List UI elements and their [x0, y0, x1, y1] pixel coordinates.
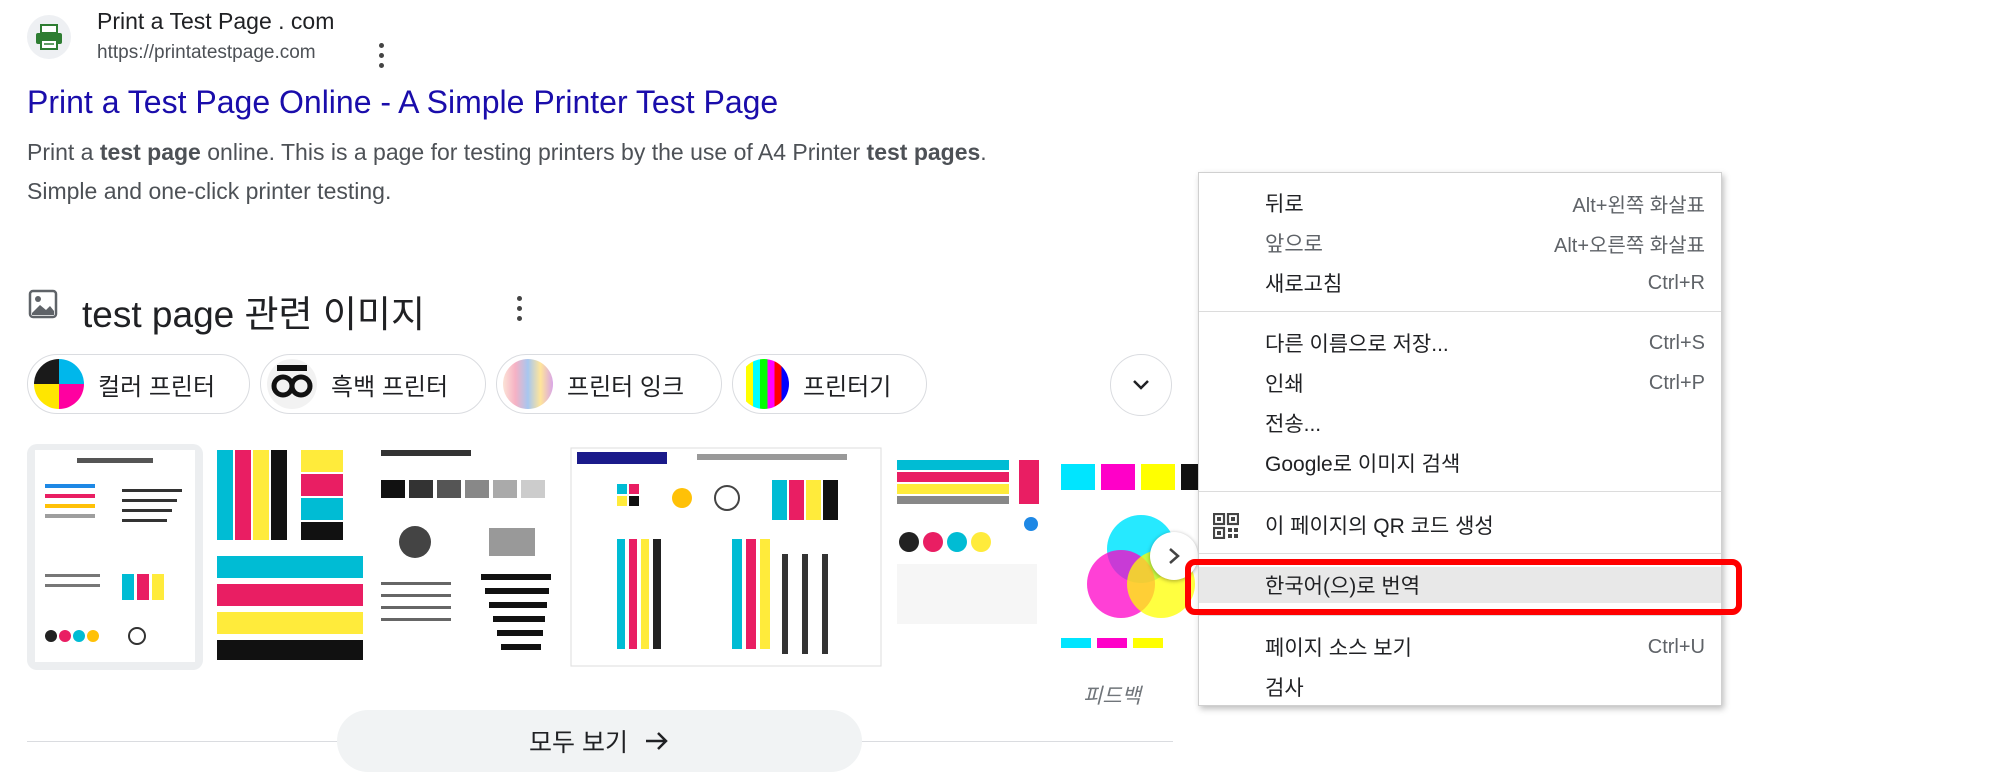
- result-more-icon[interactable]: [374, 40, 388, 70]
- menu-label: 검사: [1265, 677, 1304, 700]
- menu-shortcut: Ctrl+P: [1648, 371, 1705, 394]
- menu-item-back[interactable]: 뒤로 Alt+왼쪽 화살표: [1199, 185, 1721, 221]
- menu-separator: [1199, 615, 1721, 616]
- image-result[interactable]: [567, 444, 885, 670]
- chip-thumb: [503, 359, 553, 409]
- menu-item-forward[interactable]: 앞으로 Alt+오른쪽 화살표: [1199, 225, 1721, 261]
- image-result[interactable]: [27, 444, 203, 670]
- menu-separator: [1199, 491, 1721, 492]
- see-all-label: 모두 보기: [529, 729, 628, 757]
- chip-label: 프린터기: [803, 373, 892, 401]
- chip-thumb: [34, 359, 84, 409]
- menu-label: 전송...: [1265, 413, 1322, 436]
- menu-shortcut: Ctrl+S: [1648, 331, 1705, 354]
- menu-separator: [1199, 311, 1721, 312]
- chip-bw-printer[interactable]: 흑백 프린터: [260, 354, 486, 414]
- annotation-highlight-box: [1185, 559, 1742, 615]
- result-title-link[interactable]: Print a Test Page Online - A Simple Prin…: [27, 84, 778, 121]
- chip-thumb: [739, 359, 789, 409]
- menu-item-send[interactable]: 전송...: [1199, 405, 1721, 441]
- chip-printer[interactable]: 프린터기: [732, 354, 927, 414]
- menu-label: 새로고침: [1265, 273, 1343, 296]
- context-menu: 뒤로 Alt+왼쪽 화살표 앞으로 Alt+오른쪽 화살표 새로고침 Ctrl+…: [1198, 172, 1722, 706]
- chevron-down-icon: [1133, 380, 1149, 390]
- images-more-icon[interactable]: [512, 293, 526, 323]
- menu-item-print[interactable]: 인쇄 Ctrl+P: [1199, 365, 1721, 401]
- image-result[interactable]: [209, 444, 371, 670]
- menu-item-qr-code[interactable]: 이 페이지의 QR 코드 생성: [1199, 507, 1721, 543]
- chip-label: 컬러 프린터: [98, 373, 216, 401]
- site-favicon[interactable]: [27, 15, 71, 59]
- menu-shortcut: Ctrl+U: [1647, 635, 1705, 658]
- chip-label: 흑백 프린터: [331, 373, 449, 401]
- menu-shortcut: Alt+왼쪽 화살표: [1572, 194, 1705, 217]
- menu-label: Google로 이미지 검색: [1265, 453, 1461, 476]
- menu-label: 인쇄: [1265, 373, 1304, 396]
- site-name[interactable]: Print a Test Page . com: [97, 8, 334, 35]
- menu-shortcut: Ctrl+R: [1647, 271, 1705, 294]
- snippet-line-1: Print a test page online. This is a page…: [27, 139, 987, 165]
- menu-label: 뒤로: [1265, 193, 1304, 216]
- chevron-right-icon: [1169, 548, 1180, 564]
- chip-thumb: [267, 359, 317, 409]
- menu-item-view-source[interactable]: 페이지 소스 보기 Ctrl+U: [1199, 629, 1721, 665]
- menu-item-inspect[interactable]: 검사: [1199, 669, 1721, 705]
- menu-item-google-image-search[interactable]: Google로 이미지 검색: [1199, 445, 1721, 481]
- menu-item-save-as[interactable]: 다른 이름으로 저장... Ctrl+S: [1199, 325, 1721, 361]
- feedback-link[interactable]: 피드백: [1083, 680, 1141, 710]
- menu-label: 이 페이지의 QR 코드 생성: [1265, 515, 1494, 538]
- qr-code-icon: [1213, 513, 1239, 539]
- image-result[interactable]: [377, 444, 561, 670]
- printer-icon: [36, 24, 62, 50]
- image-icon: [28, 289, 58, 319]
- chips-expand-button[interactable]: [1110, 354, 1172, 416]
- menu-label: 다른 이름으로 저장...: [1265, 333, 1449, 356]
- chip-color-printer[interactable]: 컬러 프린터: [27, 354, 250, 414]
- images-section-title: test page 관련 이미지: [82, 294, 425, 335]
- menu-separator: [1199, 553, 1721, 554]
- menu-label: 앞으로: [1265, 233, 1323, 256]
- image-result[interactable]: [891, 444, 1047, 670]
- site-url[interactable]: https://printatestpage.com: [97, 42, 316, 64]
- result-snippet: Print a test page online. This is a page…: [27, 133, 1107, 211]
- snippet-line-2: Simple and one-click printer testing.: [27, 178, 392, 204]
- arrow-right-icon: [645, 732, 668, 750]
- menu-label: 페이지 소스 보기: [1265, 637, 1412, 660]
- menu-item-reload[interactable]: 새로고침 Ctrl+R: [1199, 265, 1721, 301]
- see-all-button[interactable]: 모두 보기: [337, 710, 862, 772]
- chip-label: 프린터 잉크: [567, 373, 685, 401]
- chip-printer-ink[interactable]: 프린터 잉크: [496, 354, 722, 414]
- menu-shortcut: Alt+오른쪽 화살표: [1554, 234, 1705, 257]
